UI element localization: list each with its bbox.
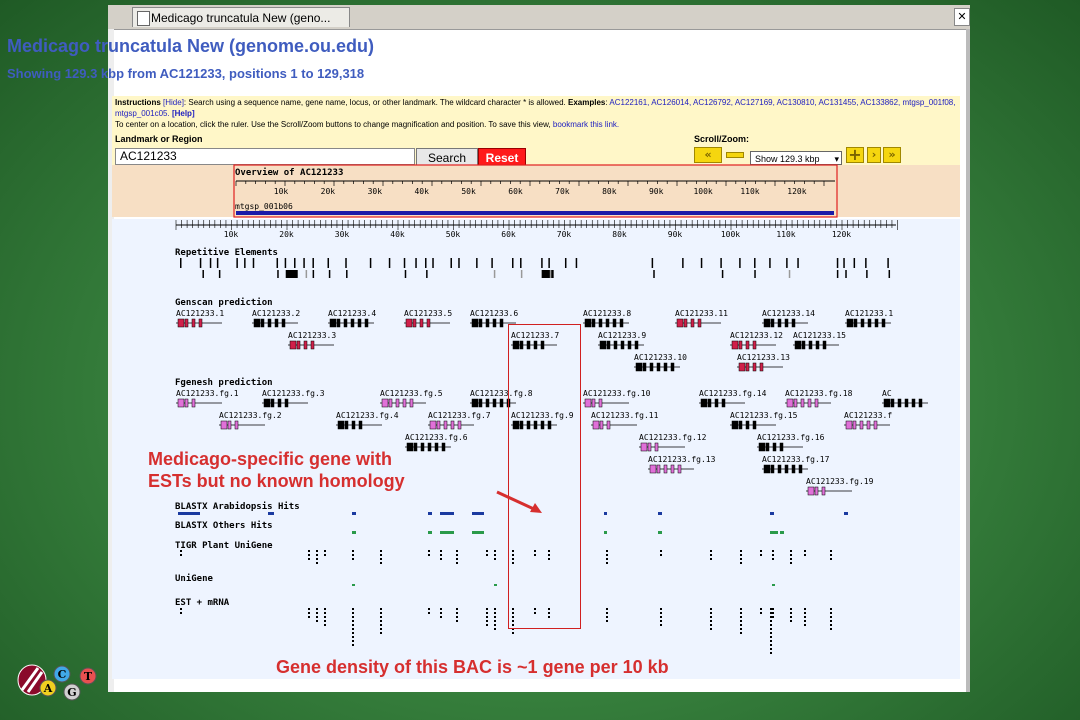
logo-letter-t: T bbox=[84, 670, 93, 683]
logo-letter-c: C bbox=[58, 668, 67, 681]
annotation-arrow-layer bbox=[496, 490, 542, 513]
logo-letter-a: A bbox=[43, 682, 53, 695]
acgt-logo: A C G T bbox=[17, 664, 97, 701]
annotation-arrow bbox=[496, 490, 537, 512]
annotation-gene-density: Gene density of this BAC is ~1 gene per … bbox=[276, 657, 669, 677]
logo-letter-g: G bbox=[67, 686, 76, 699]
